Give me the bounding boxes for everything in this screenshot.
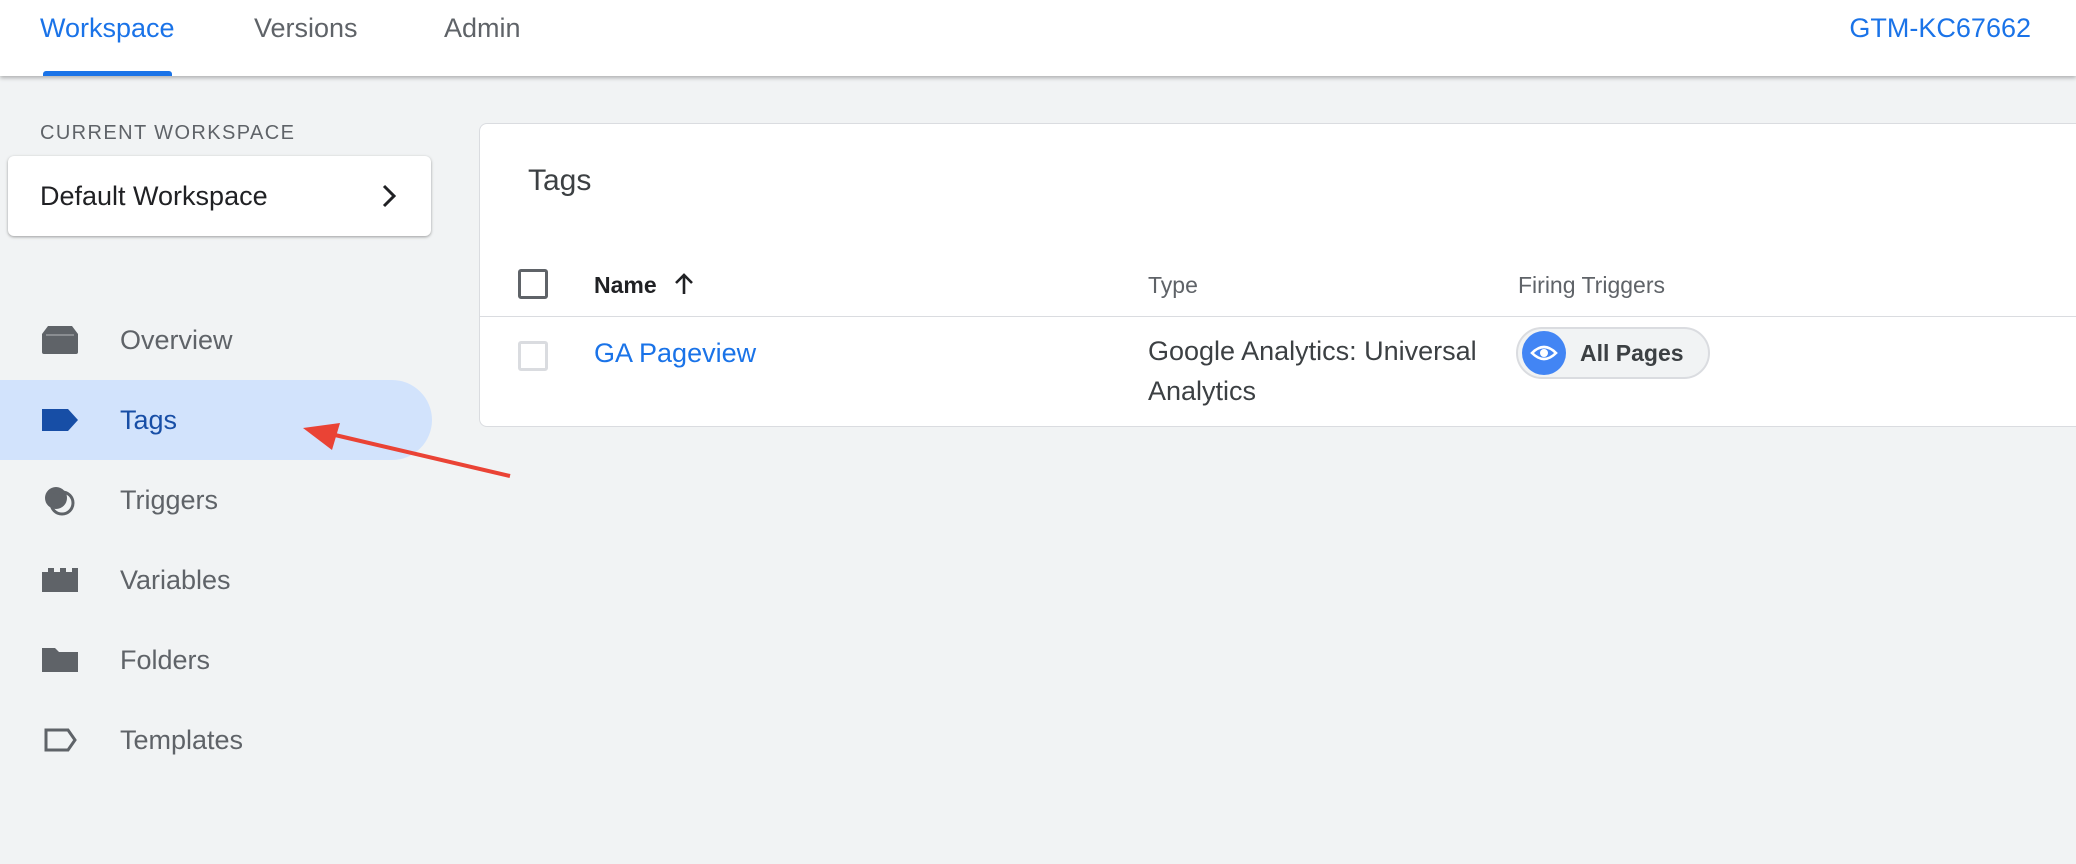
tab-workspace[interactable]: Workspace xyxy=(40,0,175,76)
folder-icon xyxy=(42,648,78,672)
sidebar-item-label: Folders xyxy=(120,645,211,675)
tab-workspace-label: Workspace xyxy=(40,13,175,43)
container-id-link[interactable]: GTM-KC67662 xyxy=(1849,0,2031,56)
column-header-name[interactable]: Name xyxy=(594,254,695,316)
table-row: GA Pageview Google Analytics: Universal … xyxy=(480,317,2076,427)
chevron-right-icon xyxy=(382,184,397,208)
tag-type: Google Analytics: Universal Analytics xyxy=(1148,336,1477,406)
sidebar-item-folders[interactable]: Folders xyxy=(0,620,432,700)
sidebar-item-label: Templates xyxy=(120,725,244,755)
tag-icon xyxy=(42,409,78,431)
tag-name-link[interactable]: GA Pageview xyxy=(594,331,756,375)
column-header-firing-triggers[interactable]: Firing Triggers xyxy=(1518,254,1665,316)
column-header-name-label: Name xyxy=(594,272,657,298)
sidebar-item-overview[interactable]: Overview xyxy=(0,300,432,380)
sidebar-item-label: Triggers xyxy=(120,485,219,515)
workspace-name: Default Workspace xyxy=(40,181,268,211)
sort-ascending-icon xyxy=(675,273,693,294)
page-title: Tags xyxy=(528,164,592,197)
table-header: Name Type Firing Triggers xyxy=(480,254,2076,317)
sidebar-item-label: Overview xyxy=(120,325,233,355)
workspace-selector[interactable]: Default Workspace xyxy=(8,156,431,236)
variables-icon xyxy=(42,568,78,592)
select-all-checkbox[interactable] xyxy=(518,269,548,299)
tab-versions[interactable]: Versions xyxy=(254,0,358,76)
tab-admin[interactable]: Admin xyxy=(444,0,521,76)
current-workspace-label: CURRENT WORKSPACE xyxy=(40,122,296,144)
trigger-chip[interactable]: All Pages xyxy=(1516,327,1710,379)
row-checkbox[interactable] xyxy=(518,341,548,371)
column-header-type[interactable]: Type xyxy=(1148,254,1198,316)
template-icon xyxy=(44,728,77,752)
top-navigation-bar: Workspace Versions Admin GTM-KC67662 xyxy=(0,0,2076,76)
sidebar-item-label: Variables xyxy=(120,565,231,595)
tags-card: Tags Name Type Firing Triggers GA Pagevi… xyxy=(479,123,2076,427)
sidebar-item-templates[interactable]: Templates xyxy=(0,700,432,780)
active-tab-indicator xyxy=(43,71,172,76)
trigger-icon xyxy=(45,487,75,516)
tab-admin-label: Admin xyxy=(444,13,521,43)
overview-icon xyxy=(42,326,78,354)
sidebar-item-label: Tags xyxy=(120,405,178,435)
sidebar-item-variables[interactable]: Variables xyxy=(0,540,432,620)
tab-versions-label: Versions xyxy=(254,13,358,43)
trigger-chip-label: All Pages xyxy=(1580,340,1684,366)
annotation-arrow xyxy=(303,423,511,478)
eye-icon xyxy=(1522,331,1566,375)
